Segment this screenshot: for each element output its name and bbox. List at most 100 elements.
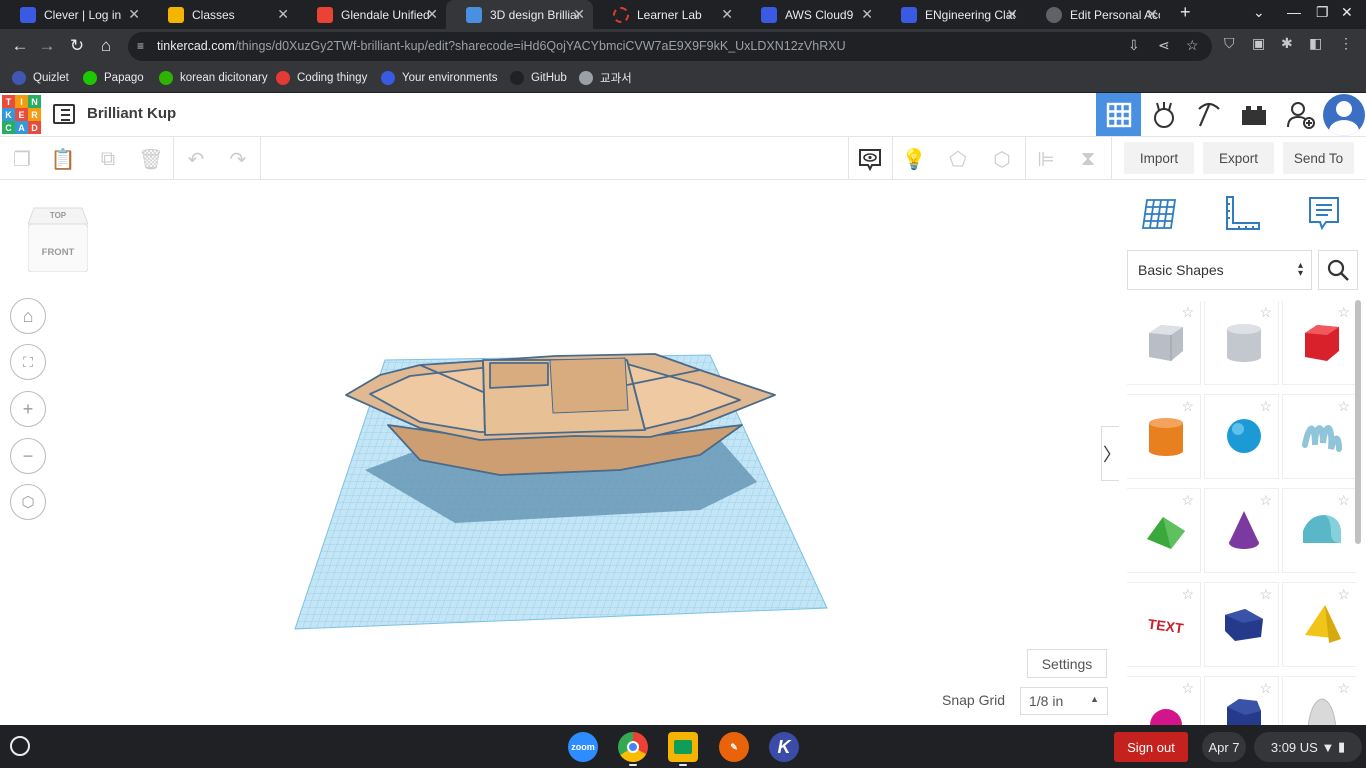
align-icon[interactable]: ⊫	[1033, 146, 1059, 172]
maximize-icon[interactable]: ❐	[1316, 4, 1329, 21]
shape-pyramid[interactable]: ☆	[1283, 583, 1356, 666]
install-app-icon[interactable]: ⇩	[1128, 37, 1140, 54]
shapes-scrollbar[interactable]	[1355, 300, 1361, 544]
design-list-icon[interactable]	[53, 104, 75, 124]
shape-cone[interactable]: ☆	[1205, 489, 1278, 572]
shape-sphere[interactable]: ☆	[1205, 395, 1278, 478]
bookmark-item[interactable]: Papago	[83, 69, 144, 87]
close-tab-icon[interactable]: ✕	[573, 6, 585, 23]
favorite-star-icon[interactable]: ☆	[1337, 492, 1350, 509]
menu-kebab-icon[interactable]: ⋮	[1339, 35, 1353, 52]
shape-round-roof[interactable]: ☆	[1283, 489, 1356, 572]
3d-view-icon[interactable]	[1096, 93, 1141, 136]
browser-tab[interactable]: Classes ✕	[148, 0, 297, 29]
group-icon[interactable]: ⬠	[945, 146, 971, 172]
chrome-app-icon[interactable]	[618, 732, 648, 762]
favorite-star-icon[interactable]: ☆	[1181, 586, 1194, 603]
shape-roof[interactable]: ☆	[1127, 489, 1200, 572]
search-shapes-icon[interactable]	[1318, 250, 1358, 290]
notes-icon[interactable]	[1304, 194, 1344, 234]
zoom-app-icon[interactable]: zoom	[568, 732, 598, 762]
home-icon[interactable]: ⌂	[95, 35, 117, 57]
workplane-icon[interactable]	[1139, 194, 1179, 234]
add-user-icon[interactable]	[1278, 93, 1323, 136]
redo-icon[interactable]: ↷	[225, 146, 251, 172]
forward-icon[interactable]: →	[36, 35, 58, 57]
side-panel-icon[interactable]: ◧	[1309, 35, 1322, 52]
shape-box-hole[interactable]: ☆	[1127, 301, 1200, 384]
close-tab-icon[interactable]: ✕	[1146, 6, 1158, 23]
bookmark-item[interactable]: 교과서	[579, 69, 632, 87]
sign-out-button[interactable]: Sign out	[1114, 732, 1188, 762]
close-tab-icon[interactable]: ✕	[1006, 6, 1018, 23]
close-tab-icon[interactable]: ✕	[426, 6, 438, 23]
favorite-star-icon[interactable]: ☆	[1337, 304, 1350, 321]
pickaxe-icon[interactable]	[1186, 93, 1231, 136]
site-info-icon[interactable]: ≡	[137, 39, 144, 53]
shape-category-select[interactable]: Basic Shapes ▴ ▾	[1127, 250, 1312, 290]
brick-icon[interactable]	[1231, 93, 1276, 136]
notes-visibility-icon[interactable]	[857, 146, 883, 172]
canvas-app-icon[interactable]: ✎	[719, 732, 749, 762]
mirror-icon[interactable]: ⧗	[1075, 146, 1101, 172]
close-tab-icon[interactable]: ✕	[128, 6, 140, 23]
import-button[interactable]: Import	[1124, 142, 1194, 174]
shield-extension-icon[interactable]: ⛉	[1224, 35, 1235, 52]
back-icon[interactable]: ←	[9, 35, 31, 57]
kami-app-icon[interactable]: K	[769, 732, 799, 762]
tinkercad-logo[interactable]: TINKERCAD	[2, 95, 41, 134]
date-tray[interactable]: Apr 7	[1202, 732, 1246, 762]
design-title[interactable]: Brilliant Kup	[87, 105, 176, 122]
favorite-star-icon[interactable]: ☆	[1259, 492, 1272, 509]
browser-tab[interactable]: Edit Personal Acc ✕	[1026, 0, 1166, 29]
export-button[interactable]: Export	[1203, 142, 1274, 174]
shape-scribble[interactable]: ☆	[1283, 395, 1356, 478]
bookmark-item[interactable]: GitHub	[510, 69, 567, 87]
bookmark-item[interactable]: korean dicitonary	[159, 69, 268, 87]
shape-text[interactable]: ☆ TEXT	[1127, 583, 1200, 666]
close-tab-icon[interactable]: ✕	[721, 6, 733, 23]
bookmark-item[interactable]: Your environments	[381, 69, 497, 87]
bookmark-item[interactable]: Quizlet	[12, 69, 69, 87]
puzzle-extensions-icon[interactable]: ✱	[1281, 35, 1293, 52]
close-tab-icon[interactable]: ✕	[277, 6, 289, 23]
favorite-star-icon[interactable]: ☆	[1181, 398, 1194, 415]
share-icon[interactable]: ⋖	[1158, 37, 1170, 54]
browser-tab[interactable]: Learner Lab ✕	[593, 0, 741, 29]
shape-polygon[interactable]: ☆	[1205, 583, 1278, 666]
workplane-canvas[interactable]: TOP FRONT ⌂ ⛶ + − ⬡ 〉 Settings Snap Grid…	[0, 180, 1123, 725]
reload-icon[interactable]: ↻	[66, 35, 88, 57]
status-tray[interactable]: 3:09 US ▼ ▮	[1254, 732, 1362, 762]
shape-cylinder-hole[interactable]: ☆	[1205, 301, 1278, 384]
favorite-star-icon[interactable]: ☆	[1259, 586, 1272, 603]
address-bar[interactable]: ≡ tinkercad.com/things/d0XuzGy2TWf-brill…	[128, 32, 1212, 61]
close-window-icon[interactable]: ✕	[1341, 4, 1353, 21]
user-avatar[interactable]	[1323, 94, 1365, 136]
favorite-star-icon[interactable]: ☆	[1181, 492, 1194, 509]
undo-icon[interactable]: ↶	[183, 146, 209, 172]
extension-icon[interactable]: ▣	[1252, 35, 1265, 52]
classroom-app-icon[interactable]	[668, 732, 698, 762]
ruler-icon[interactable]	[1222, 194, 1262, 234]
bookmark-item[interactable]: Coding thingy	[276, 69, 367, 87]
favorite-star-icon[interactable]: ☆	[1259, 304, 1272, 321]
settings-button[interactable]: Settings	[1027, 649, 1107, 678]
send-to-button[interactable]: Send To	[1283, 142, 1354, 174]
favorite-star-icon[interactable]: ☆	[1337, 586, 1350, 603]
shape-hemisphere[interactable]: ☆	[1127, 677, 1200, 725]
codeblocks-icon[interactable]	[1141, 93, 1186, 136]
favorite-star-icon[interactable]: ☆	[1181, 304, 1194, 321]
new-tab-icon[interactable]: +	[1180, 2, 1191, 23]
delete-icon[interactable]: 🗑	[138, 146, 164, 172]
favorite-star-icon[interactable]: ☆	[1259, 398, 1272, 415]
paste-icon[interactable]: 📋	[50, 146, 76, 172]
browser-tab[interactable]: 3D design Brilliant ✕	[446, 0, 593, 29]
copy-icon[interactable]: ❐	[9, 146, 35, 172]
launcher-icon[interactable]	[10, 736, 30, 756]
browser-tab[interactable]: ENgineering Class ✕	[881, 0, 1026, 29]
shape-paraboloid[interactable]: ☆	[1283, 677, 1356, 725]
browser-tab[interactable]: AWS Cloud9 ✕	[741, 0, 881, 29]
favorite-star-icon[interactable]: ☆	[1181, 680, 1194, 697]
duplicate-icon[interactable]: ⧉	[95, 146, 121, 172]
shape-prism[interactable]: ☆	[1205, 677, 1278, 725]
